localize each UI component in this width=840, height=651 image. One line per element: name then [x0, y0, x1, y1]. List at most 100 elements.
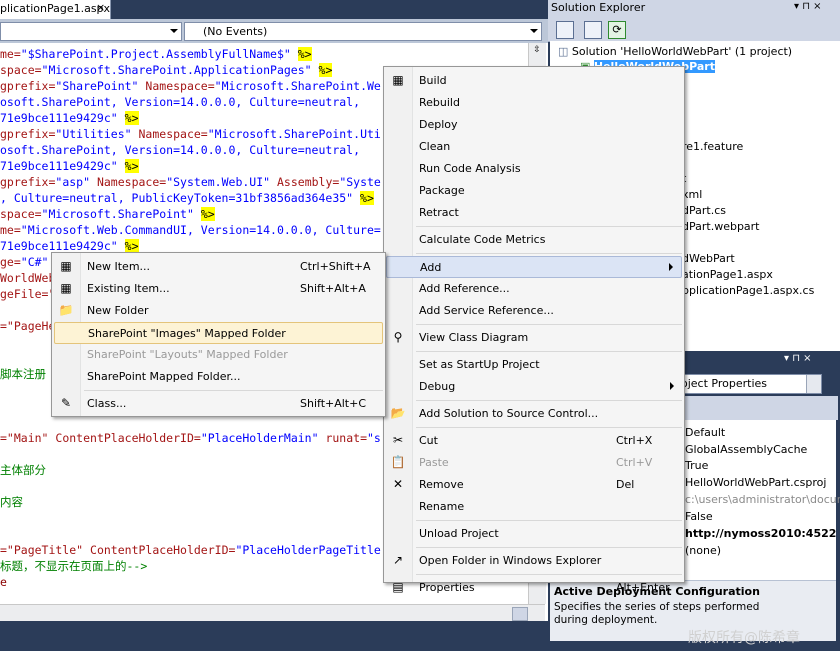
- menu-item-retract[interactable]: Retract: [386, 202, 682, 222]
- property-value[interactable]: True: [685, 459, 708, 472]
- property-value[interactable]: c:\users\administrator\docum: [685, 493, 840, 506]
- paste-icon: 📋: [390, 455, 406, 469]
- refresh-icon[interactable]: ⟳: [608, 21, 626, 39]
- menu-item-open-folder-in-windows-explorer[interactable]: ↗ Open Folder in Windows Explorer: [386, 550, 682, 570]
- menu-item-add-solution-to-source-control[interactable]: 📂 Add Solution to Source Control...: [386, 403, 682, 423]
- property-value[interactable]: http://nymoss2010:4522: [685, 527, 836, 540]
- property-value[interactable]: Default: [685, 426, 725, 439]
- code-line: geFile=": [0, 286, 55, 302]
- menu-item-label: SharePoint "Layouts" Mapped Folder: [87, 348, 288, 361]
- code-token: ContentPlaceHolderID=: [90, 543, 236, 557]
- properties-icon[interactable]: [556, 21, 574, 39]
- events-dropdown[interactable]: (No Events): [184, 22, 542, 41]
- menu-item-add-reference[interactable]: Add Reference...: [386, 278, 682, 298]
- menu-item-label: SharePoint "Images" Mapped Folder: [88, 327, 286, 340]
- scroll-right-button[interactable]: [512, 607, 528, 621]
- code-token: ge=: [0, 255, 21, 269]
- menu-item-label: Properties: [419, 581, 475, 594]
- tree-item[interactable]: pplicationPage1.aspx.cs: [682, 284, 814, 297]
- code-token: %>: [200, 207, 215, 221]
- property-value[interactable]: GlobalAssemblyCache: [685, 443, 807, 456]
- menu-item-run-code-analysis[interactable]: Run Code Analysis: [386, 158, 682, 178]
- menu-item-class[interactable]: ✎ Class... Shift+Alt+C: [54, 393, 383, 413]
- menu-item-deploy[interactable]: Deploy: [386, 114, 682, 134]
- code-line: 71e9bce111e9429c" %>: [0, 158, 139, 174]
- events-dropdown-value: (No Events): [203, 25, 268, 38]
- menu-item-label: Debug: [419, 380, 456, 393]
- property-value[interactable]: False: [685, 510, 713, 523]
- tree-item[interactable]: dPart.webpart: [682, 220, 760, 233]
- menu-item-add[interactable]: Add: [386, 256, 682, 278]
- code-token: ContentPlaceHolderID=: [55, 431, 201, 445]
- menu-item-sharepoint-images-mapped-folder[interactable]: SharePoint "Images" Mapped Folder: [54, 322, 383, 344]
- tree-item[interactable]: ationPage1.aspx: [682, 268, 773, 281]
- menu-item-build[interactable]: ▦ Build: [386, 70, 682, 90]
- tree-item[interactable]: dPart.cs: [682, 204, 726, 217]
- menu-item-unload-project[interactable]: Unload Project: [386, 523, 682, 543]
- menu-item-existing-item[interactable]: ▦ Existing Item... Shift+Alt+A: [54, 278, 383, 298]
- code-line: ge="C#": [0, 254, 48, 270]
- window-buttons[interactable]: ▾ ⊓ ×: [784, 353, 812, 364]
- menu-item-debug[interactable]: Debug: [386, 376, 682, 396]
- cut-icon: ✂: [392, 433, 404, 447]
- tree-item[interactable]: re1.feature: [682, 140, 743, 153]
- menu-item-sharepoint-mapped-folder[interactable]: SharePoint Mapped Folder...: [54, 366, 383, 386]
- menu-item-shortcut: Del: [616, 478, 635, 491]
- code-line: space="Microsoft.SharePoint" %>: [0, 206, 215, 222]
- close-icon[interactable]: ×: [96, 1, 105, 14]
- tree-item-label: re1.feature: [682, 140, 744, 153]
- new-folder-icon: 📁: [58, 303, 74, 317]
- menu-item-label: New Item...: [87, 260, 151, 273]
- code-token: "Microsoft.SharePoint": [41, 207, 194, 221]
- property-value[interactable]: (none): [685, 544, 721, 557]
- window-buttons[interactable]: ▾ ⊓ ×: [794, 1, 822, 12]
- code-token: "asp": [55, 175, 91, 189]
- horizontal-scrollbar[interactable]: [0, 604, 545, 622]
- tree-item-label: Solution 'HelloWorldWebPart' (1 project): [571, 45, 793, 58]
- add-submenu: ▦ New Item... Ctrl+Shift+A ▦ Existing Item..…: [51, 252, 386, 417]
- existing-item-icon: ▦: [60, 281, 72, 295]
- property-value[interactable]: HelloWorldWebPart.csproj: [685, 476, 826, 489]
- menu-item-add-service-reference[interactable]: Add Service Reference...: [386, 300, 682, 320]
- tree-item[interactable]: xml: [682, 188, 702, 201]
- tree-item-label: pplicationPage1.aspx.cs: [682, 284, 815, 297]
- menu-item-remove[interactable]: ✕ Remove Del: [386, 474, 682, 494]
- code-token: "$SharePoint.Project.AssemblyFullName$": [20, 47, 291, 61]
- code-token: 内容: [0, 495, 23, 509]
- show-all-files-icon[interactable]: [584, 21, 602, 39]
- code-token: ="Main": [0, 431, 49, 445]
- chevron-right-icon: [669, 263, 673, 271]
- menu-item-new-item[interactable]: ▦ New Item... Ctrl+Shift+A: [54, 256, 383, 276]
- navigation-bar: (No Events): [0, 19, 548, 43]
- chevron-down-icon[interactable]: [806, 375, 821, 393]
- menu-item-cut[interactable]: ✂ Cut Ctrl+X: [386, 430, 682, 450]
- document-tab[interactable]: plicationPage1.aspx ×: [0, 0, 111, 19]
- tree-item[interactable]: ◫ Solution 'HelloWorldWebPart' (1 projec…: [558, 45, 792, 58]
- tree-item-label: dWebPart: [682, 252, 735, 265]
- menu-item-new-folder[interactable]: 📁 New Folder: [54, 300, 383, 320]
- code-token: "s: [367, 431, 381, 445]
- menu-item-calculate-code-metrics[interactable]: Calculate Code Metrics: [386, 229, 682, 249]
- menu-item-clean[interactable]: Clean: [386, 136, 682, 156]
- properties-object-combo[interactable]: oject Properties: [680, 374, 822, 394]
- menu-separator: [416, 520, 682, 521]
- menu-item-package[interactable]: Package: [386, 180, 682, 200]
- menu-item-set-as-startup-project[interactable]: Set as StartUp Project: [386, 354, 682, 374]
- menu-item-label: Deploy: [419, 118, 458, 131]
- menu-item-view-class-diagram[interactable]: ⚲ View Class Diagram: [386, 327, 682, 347]
- menu-item-properties[interactable]: ▤ Properties Alt+Enter: [386, 577, 682, 597]
- tree-item-label: dPart.webpart: [682, 220, 760, 233]
- menu-item-label: View Class Diagram: [419, 331, 529, 344]
- menu-item-label: Existing Item...: [87, 282, 170, 295]
- menu-item-label: Class...: [87, 397, 127, 410]
- menu-item-rebuild[interactable]: Rebuild: [386, 92, 682, 112]
- menu-item-rename[interactable]: Rename: [386, 496, 682, 516]
- code-line: 主体部分: [0, 462, 46, 478]
- menu-item-label: Calculate Code Metrics: [419, 233, 546, 246]
- tree-item[interactable]: dWebPart: [682, 252, 735, 265]
- object-dropdown[interactable]: [0, 22, 182, 41]
- menu-separator: [416, 253, 682, 254]
- split-icon[interactable]: ⇳: [531, 45, 543, 57]
